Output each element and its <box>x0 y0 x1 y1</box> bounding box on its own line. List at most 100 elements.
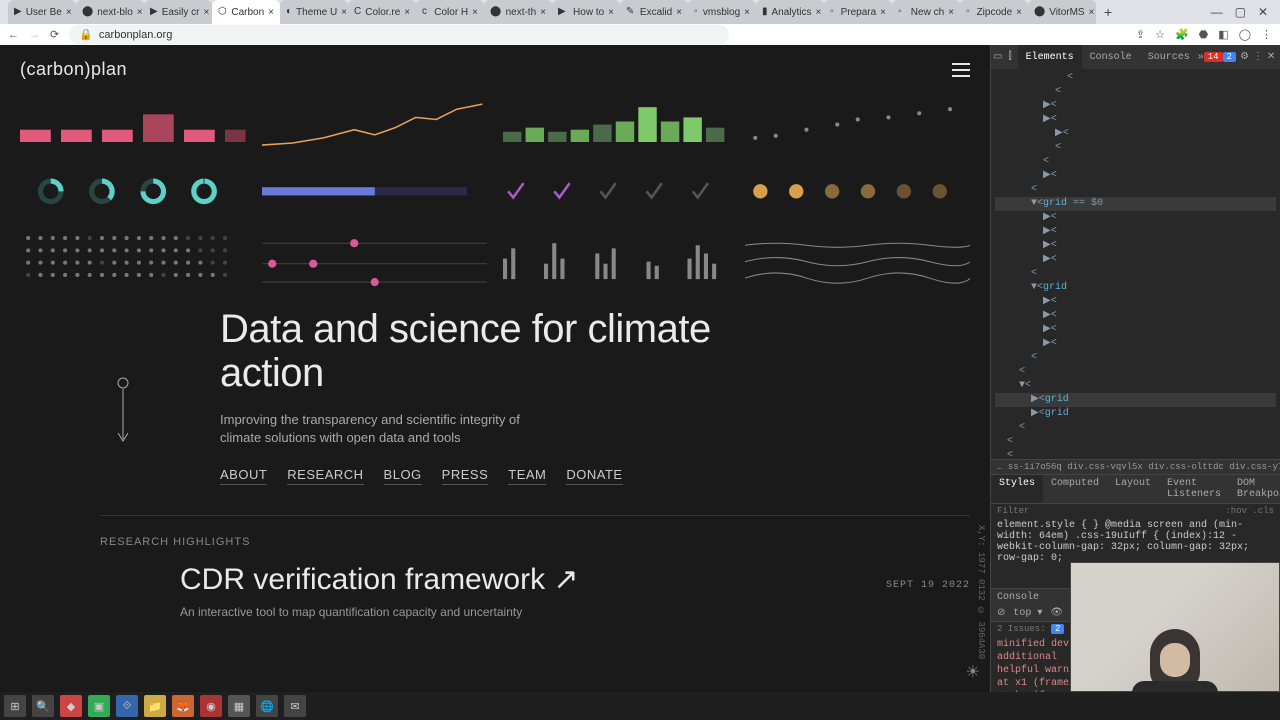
info-badge[interactable]: 2 <box>1223 52 1236 62</box>
browser-tab[interactable]: ⬤VitorMS× <box>1028 0 1096 24</box>
browser-tab[interactable]: ▮Analytics× <box>756 0 824 24</box>
browser-tab[interactable]: ⬤next-blo× <box>76 0 144 24</box>
nav-blog[interactable]: BLOG <box>384 467 422 485</box>
viz-dot-grid <box>20 228 246 289</box>
browser-tab-active[interactable]: ⬡Carbon× <box>212 0 280 24</box>
taskbar-app[interactable]: 🦊 <box>172 695 194 717</box>
tab-dom-breakpoints[interactable]: DOM Breakpoints <box>1229 475 1280 503</box>
close-icon[interactable]: × <box>608 7 614 18</box>
nav-donate[interactable]: DONATE <box>566 467 622 485</box>
maximize-icon[interactable]: ▢ <box>1235 5 1246 19</box>
tab-computed[interactable]: Computed <box>1043 475 1107 503</box>
browser-tab[interactable]: ▶User Be× <box>8 0 76 24</box>
theme-toggle[interactable]: ☀ <box>966 662 980 682</box>
error-badge[interactable]: 14 <box>1204 52 1223 62</box>
styles-filter[interactable]: Filter <box>997 506 1029 516</box>
browser-tab[interactable]: ◦vmsblog× <box>688 0 756 24</box>
menu-icon[interactable]: ⋮ <box>1253 51 1263 63</box>
more-tabs-icon[interactable]: » <box>1198 52 1204 63</box>
viz-mini-bars <box>503 228 729 289</box>
close-icon[interactable]: × <box>204 7 210 18</box>
tab-elements[interactable]: Elements <box>1018 45 1082 69</box>
tab-event-listeners[interactable]: Event Listeners <box>1159 475 1229 503</box>
share-icon[interactable]: ⇪ <box>1136 28 1145 41</box>
close-icon[interactable]: × <box>744 7 750 18</box>
browser-tab[interactable]: cColor H× <box>416 0 484 24</box>
close-icon[interactable]: × <box>341 7 347 18</box>
styles-tabs: Styles Computed Layout Event Listeners D… <box>991 474 1280 503</box>
url-input[interactable]: 🔒 carbonplan.org <box>69 25 729 44</box>
taskbar-app[interactable]: ▦ <box>228 695 250 717</box>
tab-console[interactable]: Console <box>1082 45 1140 69</box>
viz-bars-green <box>503 94 729 155</box>
taskbar-app[interactable]: ◆ <box>60 695 82 717</box>
browser-tab[interactable]: ⬤next-th× <box>484 0 552 24</box>
close-icon[interactable]: × <box>472 7 478 18</box>
browser-tab[interactable]: ◦New ch× <box>892 0 960 24</box>
close-icon[interactable]: × <box>676 7 682 18</box>
tab-layout[interactable]: Layout <box>1107 475 1159 503</box>
extension-icon[interactable]: ◧ <box>1218 28 1228 41</box>
site-icon: ⬡ <box>218 6 227 18</box>
browser-tab[interactable]: ▶How to× <box>552 0 620 24</box>
hov-cls-toggle[interactable]: :hov .cls <box>1225 506 1274 516</box>
minimize-icon[interactable]: — <box>1211 5 1223 19</box>
back-icon[interactable]: ← <box>8 29 19 41</box>
taskbar-app[interactable]: ◉ <box>200 695 222 717</box>
close-icon[interactable]: × <box>404 7 410 18</box>
nav-press[interactable]: PRESS <box>442 467 489 485</box>
forward-icon[interactable]: → <box>29 29 40 41</box>
reload-icon[interactable]: ⟳ <box>50 28 59 41</box>
menu-button[interactable] <box>952 63 970 77</box>
browser-tab[interactable]: ◦Zipcode× <box>960 0 1028 24</box>
nav-research[interactable]: RESEARCH <box>287 467 363 485</box>
dom-tree[interactable]: < < ▶< ▶< ▶< < < ▶< < ▼<grid == $0 ▶< ▶<… <box>991 69 1280 459</box>
start-button[interactable]: ⊞ <box>4 695 26 717</box>
close-icon[interactable]: × <box>1016 7 1022 18</box>
taskbar-app[interactable]: ▣ <box>88 695 110 717</box>
inspect-icon[interactable]: ▭ <box>993 51 1002 63</box>
clear-console-icon[interactable]: ⊘ <box>997 607 1005 619</box>
webcam-overlay <box>1070 562 1280 692</box>
site-icon: ◦ <box>898 6 907 18</box>
site-logo[interactable]: (carbon)plan <box>20 59 127 80</box>
taskbar-app[interactable]: 📁 <box>144 695 166 717</box>
console-context[interactable]: top ▾ <box>1013 607 1042 619</box>
close-icon[interactable]: × <box>268 7 274 18</box>
close-icon[interactable]: × <box>880 7 886 18</box>
menu-icon[interactable]: ⋮ <box>1261 28 1272 41</box>
taskbar-app[interactable]: ✉ <box>284 695 306 717</box>
github-icon: ⬤ <box>82 6 93 18</box>
extension-icon[interactable]: 🧩 <box>1175 28 1189 41</box>
browser-tab[interactable]: ◐Theme U× <box>280 0 348 24</box>
nav-about[interactable]: ABOUT <box>220 467 267 485</box>
taskbar-app[interactable]: ⟐ <box>116 695 138 717</box>
extension-icon[interactable]: ⬣ <box>1199 28 1209 41</box>
close-icon[interactable]: × <box>948 7 954 18</box>
close-icon[interactable]: × <box>137 7 143 18</box>
close-icon[interactable]: × <box>66 7 72 18</box>
console-drawer-tab[interactable]: Console <box>997 592 1039 603</box>
browser-tab[interactable]: ✎Excalid× <box>620 0 688 24</box>
tab-sources[interactable]: Sources <box>1140 45 1198 69</box>
close-icon[interactable]: × <box>540 7 546 18</box>
search-button[interactable]: 🔍 <box>32 695 54 717</box>
close-icon[interactable]: × <box>1089 7 1095 18</box>
new-tab-button[interactable]: + <box>1096 0 1120 24</box>
star-icon[interactable]: ☆ <box>1155 28 1165 41</box>
nav-team[interactable]: TEAM <box>508 467 546 485</box>
profile-icon[interactable]: ◯ <box>1239 28 1251 41</box>
research-item[interactable]: CDR verification framework ↗ An interact… <box>0 548 990 619</box>
close-devtools-icon[interactable]: ✕ <box>1263 51 1279 63</box>
browser-tab[interactable]: CColor.re× <box>348 0 416 24</box>
device-icon[interactable]: ⫿ <box>1002 51 1017 63</box>
browser-tab[interactable]: ◦Prepara× <box>824 0 892 24</box>
taskbar-app[interactable]: 🌐 <box>256 695 278 717</box>
browser-tab[interactable]: ▶Easily cr× <box>144 0 212 24</box>
close-icon[interactable]: × <box>816 7 822 18</box>
eye-icon[interactable]: 👁 <box>1050 607 1063 619</box>
settings-icon[interactable]: ⚙ <box>1236 51 1253 63</box>
close-window-icon[interactable]: ✕ <box>1258 5 1268 19</box>
dom-breadcrumbs[interactable]: … ss-1i7o56q div.css-vqvl5x div.css-oltt… <box>991 459 1280 474</box>
tab-styles[interactable]: Styles <box>991 475 1043 503</box>
